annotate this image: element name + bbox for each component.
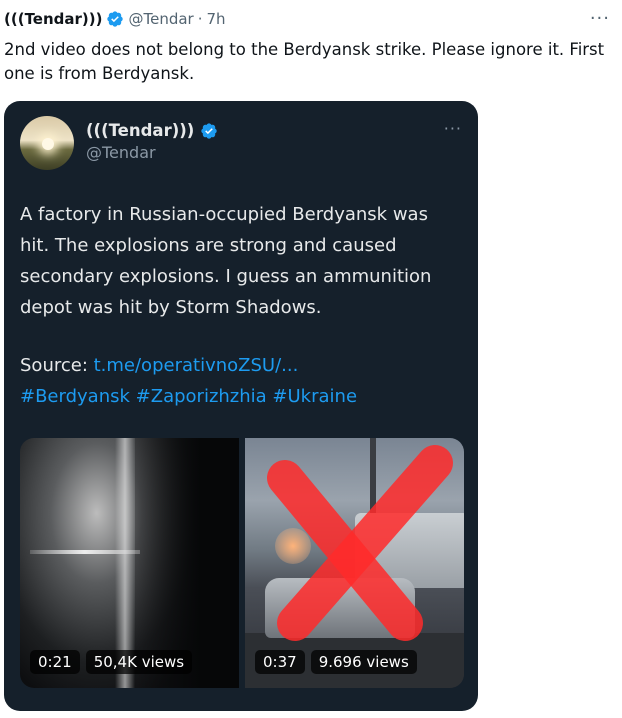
more-icon[interactable]: ··· <box>590 8 610 29</box>
avatar[interactable] <box>20 116 74 170</box>
separator-dot: · <box>197 10 203 28</box>
quoted-tweet-card[interactable]: (((Tendar))) @Tendar ··· A factory in Ru… <box>4 101 478 711</box>
verified-badge-icon <box>106 10 124 28</box>
source-label: Source: <box>20 355 94 376</box>
outer-tweet-header: (((Tendar))) @Tendar · 7h <box>4 10 226 28</box>
outer-display-name[interactable]: (((Tendar))) <box>4 10 102 28</box>
outer-handle[interactable]: @Tendar <box>128 10 193 28</box>
video-1[interactable]: 0:21 50,4K views <box>20 438 239 688</box>
video-1-overlay: 0:21 50,4K views <box>30 650 193 674</box>
quoted-display-name[interactable]: (((Tendar))) <box>86 121 194 140</box>
hashtag-ukraine[interactable]: #Ukraine <box>272 386 357 407</box>
outer-timestamp[interactable]: 7h <box>207 10 226 28</box>
video-views: 9.696 views <box>310 650 417 674</box>
video-duration: 0:37 <box>255 650 305 674</box>
hashtag-zaporizhzhia[interactable]: #Zaporizhzhia <box>136 386 267 407</box>
video-2-overlay: 0:37 9.696 views <box>255 650 417 674</box>
source-block: Source: t.me/operativnoZSU/... #Berdyans… <box>20 350 460 412</box>
source-link[interactable]: t.me/operativnoZSU/... <box>94 355 299 376</box>
more-icon[interactable]: ··· <box>444 119 462 138</box>
quoted-display-name-row: (((Tendar))) <box>86 121 218 140</box>
video-views: 50,4K views <box>85 650 193 674</box>
verified-badge-icon <box>200 122 218 140</box>
media-grid: 0:21 50,4K views 0:37 9.696 views <box>20 438 464 688</box>
video-duration: 0:21 <box>30 650 80 674</box>
video-2[interactable]: 0:37 9.696 views <box>245 438 464 688</box>
quoted-tweet-text: A factory in Russian-occupied Berdyansk … <box>20 204 432 318</box>
hashtag-berdyansk[interactable]: #Berdyansk <box>20 386 130 407</box>
quoted-handle[interactable]: @Tendar <box>86 143 156 162</box>
outer-tweet-text: 2nd video does not belong to the Berdyan… <box>4 40 605 83</box>
